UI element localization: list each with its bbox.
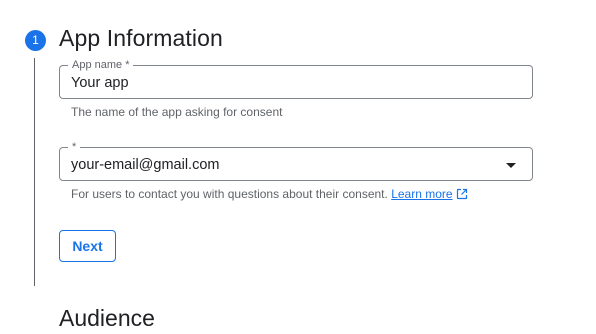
- step-number-badge: 1: [25, 30, 46, 51]
- learn-more-link[interactable]: Learn more: [391, 187, 467, 201]
- support-email-value: your-email@gmail.com: [71, 157, 220, 173]
- learn-more-label: Learn more: [391, 187, 453, 201]
- external-link-icon: [456, 188, 468, 204]
- next-step-title: Audience: [59, 305, 155, 331]
- support-email-select[interactable]: * your-email@gmail.com: [59, 140, 533, 181]
- app-name-input[interactable]: Your app: [71, 66, 129, 100]
- support-email-helper-text: For users to contact you with questions …: [71, 187, 388, 201]
- app-name-field[interactable]: App name * Your app: [59, 58, 533, 100]
- step-title: App Information: [59, 25, 223, 51]
- app-name-helper: The name of the app asking for consent: [71, 105, 283, 119]
- support-email-helper: For users to contact you with questions …: [71, 186, 468, 204]
- step-connector-line: [34, 58, 35, 286]
- next-button[interactable]: Next: [59, 230, 116, 262]
- dropdown-arrow-icon: [506, 163, 516, 168]
